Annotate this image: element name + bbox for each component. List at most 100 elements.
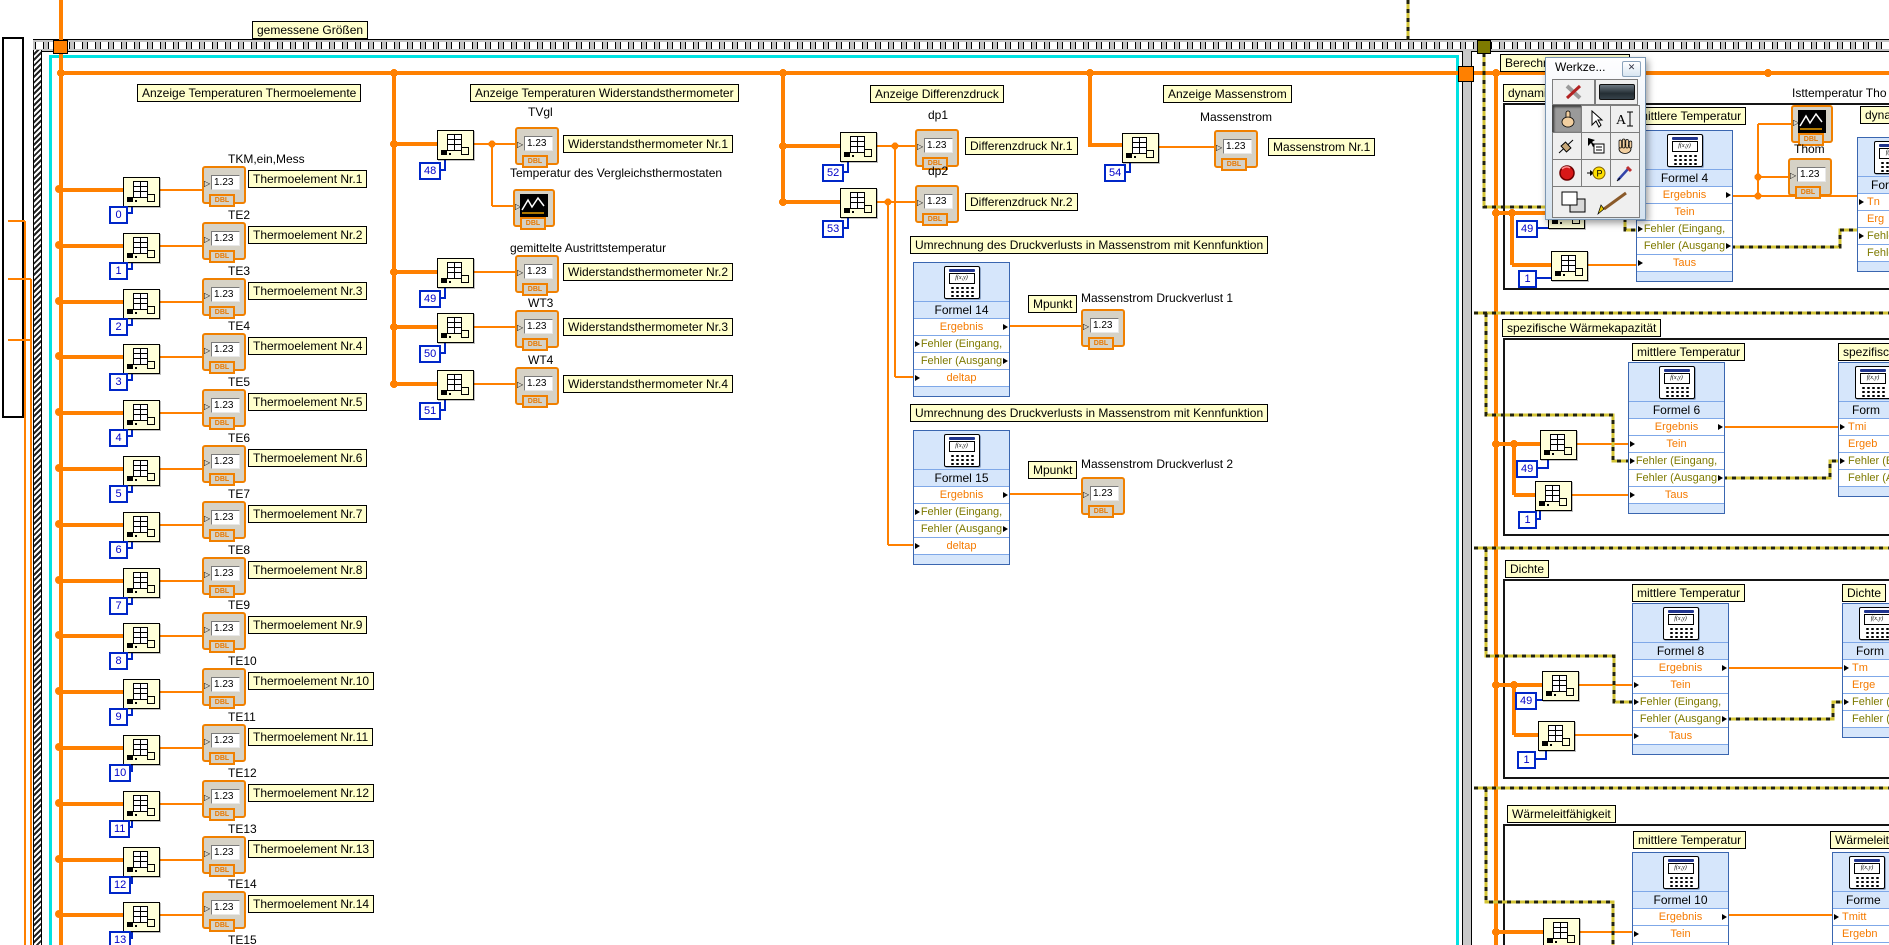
numeric-indicator[interactable]: ▷ 1.23 DBL bbox=[202, 835, 246, 877]
widerstandsthermometer-label[interactable]: Widerstandsthermometer Nr.3 bbox=[563, 318, 734, 336]
indicator-tag[interactable]: Isttemperatur Tho bbox=[1792, 86, 1887, 100]
section-label-right-waermeleitfaehigkeit[interactable]: Wärmeleitf bbox=[1830, 831, 1889, 849]
index-constant[interactable]: 49 bbox=[1515, 692, 1538, 710]
formula-node-formel-4[interactable]: f(x,y) Formel 4 Ergebnis Tein Fehler (Eing… bbox=[1636, 130, 1733, 282]
formula-node-right-viskositaet[interactable]: f(x,y) For TnErgFehler (Fehler ( bbox=[1857, 137, 1889, 272]
indicator-tag[interactable]: TE7 bbox=[228, 487, 250, 501]
massenstrom-label[interactable]: Massenstrom Nr.1 bbox=[1268, 138, 1376, 156]
index-array-node[interactable] bbox=[123, 511, 160, 542]
numeric-indicator[interactable]: ▷ 1.23 DBL bbox=[202, 668, 246, 710]
index-constant[interactable]: 1 bbox=[1517, 751, 1536, 769]
numeric-indicator[interactable]: ▷ 1.23 DBL bbox=[202, 277, 246, 319]
thermoelement-label[interactable]: Thermoelement Nr.7 bbox=[248, 504, 368, 523]
index-array-node[interactable] bbox=[1540, 430, 1577, 460]
tools-palette-window[interactable]: Werkze... ✕ A P bbox=[1545, 57, 1646, 220]
thermoelement-label[interactable]: Thermoelement Nr.13 bbox=[248, 839, 375, 858]
thermoelement-label[interactable]: Thermoelement Nr.3 bbox=[248, 281, 368, 300]
indicator-tag[interactable]: TVgl bbox=[528, 105, 553, 119]
thermoelement-label[interactable]: Thermoelement Nr.2 bbox=[248, 225, 368, 244]
indicator-tag[interactable]: Massenstrom Druckverlust 1 bbox=[1081, 291, 1233, 305]
indicator-tag[interactable]: TE4 bbox=[228, 319, 250, 333]
index-array-node[interactable] bbox=[123, 567, 160, 598]
indicator-tag[interactable]: TE2 bbox=[228, 208, 250, 222]
numeric-indicator[interactable]: ▷ 1.23 DBL bbox=[202, 891, 246, 933]
chart-indicator-node[interactable]: ▷ DBL bbox=[1791, 105, 1833, 146]
section-label-thermoelemente[interactable]: Anzeige Temperaturen Thermoelemente bbox=[137, 84, 362, 102]
probe-data-tool-button[interactable]: P bbox=[1581, 159, 1611, 187]
set-breakpoint-tool-button[interactable] bbox=[1552, 159, 1582, 187]
formula-node-right-waermekapazitaet[interactable]: f(x,y) Form Tmi Ergeb Fehler (E Fehler (A bbox=[1838, 362, 1889, 497]
indicator-tag[interactable]: TE11 bbox=[228, 710, 256, 724]
numeric-indicator[interactable]: ▷ 1.23 DBL bbox=[915, 185, 959, 226]
index-array-node[interactable] bbox=[1542, 671, 1579, 701]
operate-value-tool-button[interactable] bbox=[1552, 105, 1582, 133]
thermoelement-label[interactable]: Thermoelement Nr.8 bbox=[248, 560, 368, 579]
indicator-tag[interactable]: TE5 bbox=[228, 375, 250, 389]
numeric-indicator[interactable]: ▷ 1.23 DBL bbox=[202, 445, 246, 486]
index-array-node[interactable] bbox=[123, 902, 160, 933]
index-array-node[interactable] bbox=[437, 258, 474, 288]
numeric-indicator[interactable]: ▷ 1.23 DBL bbox=[202, 556, 246, 598]
position-size-select-tool-button[interactable] bbox=[1581, 105, 1611, 133]
indicator-tag[interactable]: TE10 bbox=[228, 654, 257, 668]
index-constant[interactable]: 49 bbox=[1516, 460, 1539, 478]
mpunkt-label[interactable]: Mpunkt bbox=[1028, 295, 1078, 313]
mittlere-temperatur-label[interactable]: mittlere Temperatur bbox=[1632, 584, 1746, 602]
indicator-tag[interactable]: gemittelte Austrittstemperatur bbox=[510, 241, 666, 255]
index-array-node[interactable] bbox=[123, 344, 160, 375]
numeric-indicator[interactable]: ▷ 1.23 DBL bbox=[1214, 130, 1258, 171]
index-array-node[interactable] bbox=[1551, 251, 1588, 281]
sequence-frame-divider[interactable] bbox=[1462, 51, 1472, 945]
indicator-tag[interactable]: dp1 bbox=[928, 108, 948, 122]
index-constant[interactable]: 51 bbox=[419, 402, 442, 420]
indicator-tag[interactable]: Thom bbox=[1794, 142, 1825, 156]
mittlere-temperatur-label[interactable]: mittlere Temperatur bbox=[1633, 107, 1747, 125]
index-array-node[interactable] bbox=[123, 790, 160, 821]
indicator-tag[interactable]: TE9 bbox=[228, 598, 250, 612]
numeric-indicator[interactable]: ▷ 1.23 DBL bbox=[1788, 158, 1832, 199]
index-array-node[interactable] bbox=[123, 456, 160, 486]
mpunkt-label[interactable]: Mpunkt bbox=[1028, 461, 1078, 479]
index-array-node[interactable] bbox=[123, 232, 160, 263]
formula-node-formel-10[interactable]: f(x,y) Formel 10 ErgebnisTeinFehler (Ein… bbox=[1632, 852, 1729, 945]
indicator-tag[interactable]: TE8 bbox=[228, 543, 250, 557]
index-array-node[interactable] bbox=[123, 735, 160, 765]
indicator-tag[interactable]: WT4 bbox=[528, 353, 553, 367]
indicator-tag[interactable]: TE3 bbox=[228, 264, 250, 278]
index-array-node[interactable] bbox=[1122, 133, 1159, 163]
indicator-tag[interactable]: TE6 bbox=[228, 431, 250, 445]
indicator-tag[interactable]: dp2 bbox=[928, 164, 948, 178]
set-color-brush-tool-button[interactable] bbox=[1552, 186, 1640, 218]
thermoelement-label[interactable]: Thermoelement Nr.6 bbox=[248, 449, 368, 467]
close-icon[interactable]: ✕ bbox=[1622, 61, 1641, 77]
thermoelement-label[interactable]: Thermoelement Nr.11 bbox=[248, 728, 374, 746]
umrechnung-comment-2[interactable]: Umrechnung des Druckverlusts in Massenst… bbox=[910, 404, 1269, 422]
section-label-dichte[interactable]: Dichte bbox=[1505, 560, 1550, 578]
thermocouple-conversion-node[interactable]: ▷ DBL bbox=[513, 189, 555, 230]
index-array-node[interactable] bbox=[1535, 481, 1572, 511]
formula-node-formel-15[interactable]: f(x,y) Formel 15 Ergebnis Fehler (Eingang… bbox=[913, 430, 1010, 565]
indicator-tag[interactable]: TE13 bbox=[228, 822, 257, 836]
numeric-indicator[interactable]: ▷ 1.23 DBL bbox=[515, 127, 559, 168]
scroll-window-tool-button[interactable] bbox=[1610, 132, 1640, 160]
formula-node-formel-6[interactable]: f(x,y) Formel 6 Ergebnis Tein Fehler (Eing… bbox=[1628, 362, 1725, 514]
section-label-differenzdruck[interactable]: Anzeige Differenzdruck bbox=[870, 85, 1004, 103]
numeric-indicator[interactable]: ▷ 1.23 DBL bbox=[515, 255, 559, 296]
thermoelement-label[interactable]: Thermoelement Nr.9 bbox=[248, 616, 368, 635]
index-constant[interactable]: 1 bbox=[1518, 270, 1537, 288]
index-array-node[interactable] bbox=[123, 400, 160, 431]
section-label-right-dichte[interactable]: Dichte bbox=[1842, 584, 1887, 602]
index-constant[interactable]: 48 bbox=[419, 162, 442, 180]
section-label-waermekapazitaet[interactable]: spezifische Wärmekapazität bbox=[1502, 319, 1662, 337]
section-label-massenstrom[interactable]: Anzeige Massenstrom bbox=[1163, 85, 1292, 103]
widerstandsthermometer-label[interactable]: Widerstandsthermometer Nr.4 bbox=[563, 375, 734, 393]
thermoelement-label[interactable]: Thermoelement Nr.12 bbox=[248, 783, 375, 802]
thermoelement-label[interactable]: Thermoelement Nr.10 bbox=[248, 672, 375, 691]
section-label-right-waermekapazitaet[interactable]: spezifisch bbox=[1838, 343, 1889, 361]
index-array-node[interactable] bbox=[123, 679, 160, 710]
section-label-widerstandsthermometer[interactable]: Anzeige Temperaturen Widerstandsthermome… bbox=[470, 84, 739, 102]
indicator-tag[interactable]: TE15 bbox=[228, 933, 257, 945]
numeric-indicator[interactable]: ▷ 1.23 DBL bbox=[202, 166, 246, 207]
index-constant[interactable]: 50 bbox=[419, 345, 442, 363]
numeric-indicator[interactable]: ▷ 1.23 DBL bbox=[202, 221, 246, 263]
